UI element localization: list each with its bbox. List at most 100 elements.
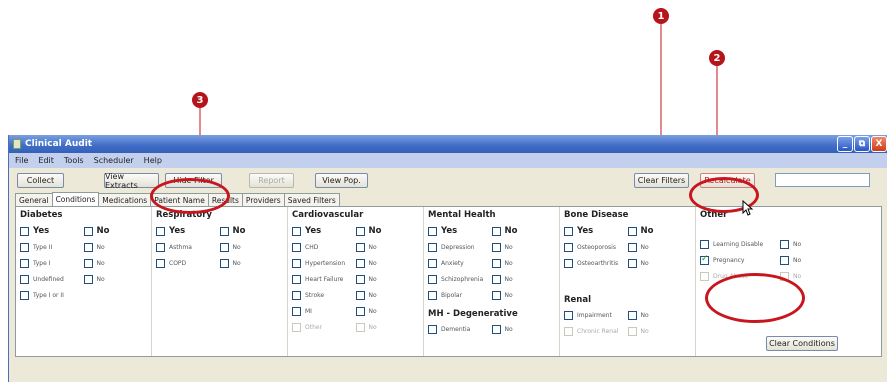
restore-icon[interactable]: ⧉ (854, 136, 870, 152)
copd-checkbox[interactable] (156, 258, 165, 268)
learning-disable-checkbox[interactable] (700, 239, 709, 249)
menu-edit[interactable]: Edit (38, 156, 54, 165)
heart-failure-no-checkbox[interactable] (355, 274, 365, 284)
drug-abuse-checkbox[interactable] (700, 271, 709, 281)
yes-label: Yes (305, 226, 322, 236)
undefined-checkbox[interactable] (20, 274, 29, 284)
header-row: Yes No (156, 223, 283, 239)
impairment-checkbox[interactable] (564, 310, 573, 320)
no-checkbox[interactable] (355, 226, 365, 236)
no-checkbox[interactable] (627, 226, 637, 236)
item-label: MI (305, 307, 312, 315)
no-checkbox[interactable] (83, 226, 93, 236)
collect-button[interactable]: Collect (17, 173, 64, 188)
tab-providers[interactable]: Providers (241, 193, 285, 206)
list-item: Schizophrenia No (428, 271, 555, 287)
chronic-renal-checkbox[interactable] (564, 326, 573, 336)
hypertension-no-checkbox[interactable] (355, 258, 365, 268)
window-controls: _ ⧉ X (837, 136, 887, 152)
clear-conditions-button[interactable]: Clear Conditions (766, 336, 838, 351)
view-extracts-button[interactable]: View Extracts (104, 172, 159, 190)
no-label: No (640, 327, 649, 335)
yes-checkbox[interactable] (428, 226, 437, 236)
osteoarthritis-no-checkbox[interactable] (627, 258, 637, 268)
anxiety-no-checkbox[interactable] (491, 258, 501, 268)
stroke-checkbox[interactable] (292, 290, 301, 300)
type-i-no-checkbox[interactable] (83, 258, 93, 268)
highlight-ring-hide-filter (150, 178, 230, 214)
osteoporosis-checkbox[interactable] (564, 242, 573, 252)
menu-file[interactable]: File (15, 156, 28, 165)
search-input[interactable] (775, 173, 870, 187)
tab-medications[interactable]: Medications (98, 193, 152, 206)
hypertension-checkbox[interactable] (292, 258, 301, 268)
mi-checkbox[interactable] (292, 306, 301, 316)
bipolar-checkbox[interactable] (428, 290, 437, 300)
no-label: No (368, 291, 377, 299)
chd-no-checkbox[interactable] (355, 242, 365, 252)
yes-checkbox[interactable] (564, 226, 573, 236)
undefined-no-checkbox[interactable] (83, 274, 93, 284)
yes-checkbox[interactable] (156, 226, 165, 236)
learning-disable-no-checkbox[interactable] (780, 239, 789, 249)
report-button[interactable]: Report (249, 173, 294, 188)
tab-conditions[interactable]: Conditions (51, 192, 100, 206)
item-label: Osteoporosis (577, 243, 616, 251)
dementia-no-checkbox[interactable] (491, 324, 501, 334)
depression-no-checkbox[interactable] (491, 242, 501, 252)
diabetes-column: Diabetes Yes No Type II No Type I No Und… (16, 207, 152, 356)
no-checkbox[interactable] (219, 226, 229, 236)
no-checkbox[interactable] (491, 226, 501, 236)
minimize-icon[interactable]: _ (837, 136, 853, 152)
type-ii-checkbox[interactable] (20, 242, 29, 252)
schizophrenia-no-checkbox[interactable] (491, 274, 501, 284)
subcategory-title: Renal (564, 295, 592, 305)
mental-health-column: Mental Health Yes No Depression No Anxie… (424, 207, 560, 356)
callout-marker-3: 3 (192, 92, 208, 108)
menu-tools[interactable]: Tools (64, 156, 84, 165)
no-label: No (640, 226, 654, 236)
cursor-icon (742, 200, 754, 216)
list-item: Learning Disable No (700, 236, 877, 252)
bipolar-no-checkbox[interactable] (491, 290, 501, 300)
menu-scheduler[interactable]: Scheduler (94, 156, 134, 165)
item-label: Learning Disable (713, 240, 764, 248)
osteoarthritis-checkbox[interactable] (564, 258, 573, 268)
item-label: Type I or II (33, 291, 64, 299)
view-pop-button[interactable]: View Pop. (315, 173, 368, 188)
copd-no-checkbox[interactable] (219, 258, 229, 268)
clear-filters-button[interactable]: Clear Filters (634, 173, 689, 188)
item-label: Other (305, 323, 323, 331)
menu-help[interactable]: Help (144, 156, 162, 165)
dementia-checkbox[interactable] (428, 324, 437, 334)
stroke-no-checkbox[interactable] (355, 290, 365, 300)
osteoporosis-no-checkbox[interactable] (627, 242, 637, 252)
asthma-checkbox[interactable] (156, 242, 165, 252)
list-item: Bipolar No (428, 287, 555, 303)
type-i-checkbox[interactable] (20, 258, 29, 268)
depression-checkbox[interactable] (428, 242, 437, 252)
heart-failure-checkbox[interactable] (292, 274, 301, 284)
schizophrenia-checkbox[interactable] (428, 274, 437, 284)
pregnancy-no-checkbox[interactable] (780, 255, 789, 265)
asthma-no-checkbox[interactable] (219, 242, 229, 252)
impairment-no-checkbox[interactable] (627, 310, 637, 320)
yes-label: Yes (441, 226, 458, 236)
item-label: Bipolar (441, 291, 463, 299)
close-icon[interactable]: X (871, 136, 887, 152)
other-cv-checkbox[interactable] (292, 322, 301, 332)
chronic-renal-no-checkbox[interactable] (627, 326, 637, 336)
chd-checkbox[interactable] (292, 242, 301, 252)
pregnancy-checkbox[interactable] (700, 254, 709, 265)
type-ii-no-checkbox[interactable] (83, 242, 93, 252)
mi-no-checkbox[interactable] (355, 306, 365, 316)
yes-checkbox[interactable] (20, 226, 29, 236)
anxiety-checkbox[interactable] (428, 258, 437, 268)
list-item: MI No (292, 303, 419, 319)
type-i-or-ii-checkbox[interactable] (20, 290, 29, 300)
other-cv-no-checkbox[interactable] (355, 322, 365, 332)
tab-general[interactable]: General (15, 193, 53, 206)
yes-checkbox[interactable] (292, 226, 301, 236)
tab-saved-filters[interactable]: Saved Filters (283, 193, 340, 206)
bone-disease-column: Bone Disease Yes No Osteoporosis No Oste… (560, 207, 696, 356)
